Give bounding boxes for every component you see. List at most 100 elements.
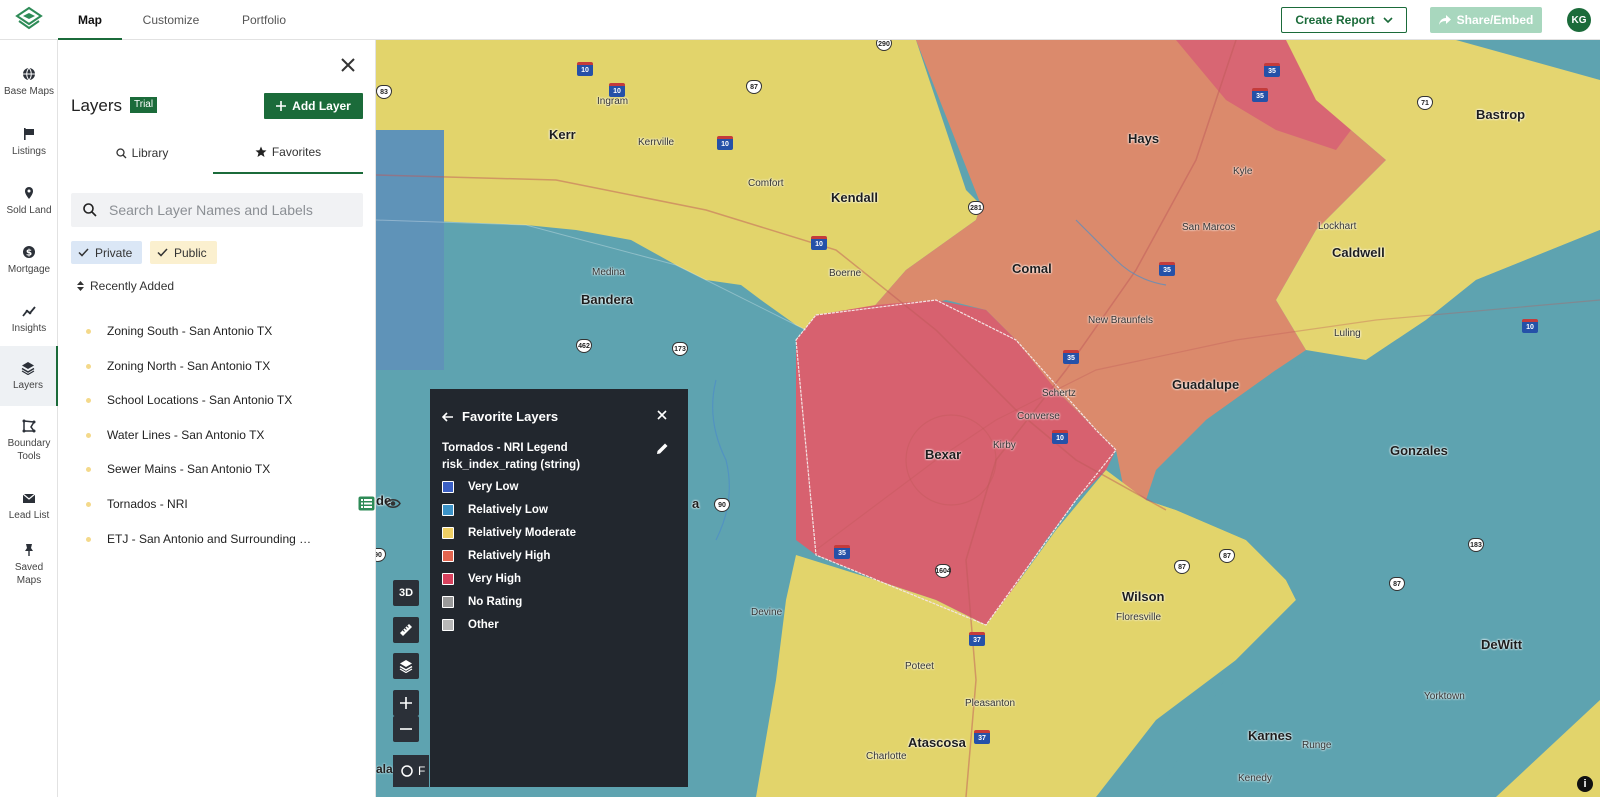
svg-text:$: $	[26, 248, 32, 258]
tab-library[interactable]: Library	[71, 132, 213, 174]
info-icon[interactable]: i	[1577, 776, 1593, 792]
pencil-icon[interactable]	[656, 442, 669, 455]
rail-item-lead-list[interactable]: Lead List	[0, 476, 58, 536]
map-mode-label: F	[418, 764, 426, 778]
legend-swatch	[442, 550, 454, 562]
legend-item: Very Low	[442, 479, 519, 495]
layer-name: Tornados - NRI	[107, 497, 188, 511]
close-icon[interactable]	[656, 409, 668, 421]
zoom-out-button[interactable]	[393, 716, 419, 742]
layer-name: Zoning South - San Antonio TX	[107, 324, 273, 338]
search-input[interactable]	[109, 202, 349, 218]
interstate-shield-icon: 37	[969, 632, 985, 646]
tab-portfolio[interactable]: Portfolio	[230, 0, 298, 40]
county-label: Bastrop	[1476, 107, 1526, 122]
county-label: DeWitt	[1481, 637, 1523, 652]
interstate-shield-icon: 35	[1159, 262, 1175, 276]
eye-icon[interactable]	[385, 496, 401, 511]
town-label: Kyle	[1233, 166, 1253, 177]
county-label: Bandera	[581, 292, 634, 307]
plus-icon	[276, 101, 287, 111]
create-report-button[interactable]: Create Report	[1281, 7, 1407, 33]
app-logo-icon[interactable]	[14, 6, 44, 34]
boundary-icon	[22, 419, 36, 433]
globe-icon	[23, 67, 35, 81]
legend-label: No Rating	[468, 596, 523, 608]
interstate-shield-icon: 10	[1522, 319, 1538, 333]
rail-item-base-maps[interactable]: Base Maps	[0, 52, 58, 112]
share-embed-button[interactable]: Share/Embed	[1430, 7, 1542, 33]
legend-table-icon[interactable]	[358, 496, 375, 511]
add-layer-button[interactable]: Add Layer	[264, 93, 363, 119]
county-label: Karnes	[1248, 728, 1293, 743]
layer-name: Zoning North - San Antonio TX	[107, 359, 271, 373]
tab-favorites[interactable]: Favorites	[213, 132, 363, 174]
trial-badge: Trial	[130, 97, 158, 113]
town-label: Lockhart	[1318, 221, 1357, 232]
layer-item[interactable]: Zoning South - San Antonio TX	[86, 320, 366, 342]
left-rail: Base Maps Listings Sold Land $ Mortgage …	[0, 40, 58, 797]
sort-icon	[77, 281, 84, 291]
check-icon	[78, 248, 89, 257]
legend-label: Very High	[468, 573, 522, 585]
trend-icon	[22, 305, 36, 317]
back-to-favorites-button[interactable]: Favorite Layers	[442, 409, 558, 424]
plus-icon	[400, 697, 412, 709]
zoom-in-button[interactable]	[393, 690, 419, 716]
rail-item-insights[interactable]: Insights	[0, 289, 58, 349]
layers-panel: Layers Trial Add Layer Library Favorites…	[58, 40, 401, 797]
county-label: Guadalupe	[1172, 377, 1240, 392]
rail-item-saved-maps[interactable]: Saved Maps	[0, 532, 58, 598]
layer-item[interactable]: ETJ - San Antonio and Surrounding C...	[86, 528, 366, 550]
dollar-icon: $	[23, 245, 35, 258]
measure-button[interactable]	[393, 617, 419, 643]
town-label: Kerrville	[638, 137, 675, 148]
county-label: Caldwell	[1332, 245, 1385, 260]
rail-item-listings[interactable]: Listings	[0, 112, 58, 172]
filter-chip-public[interactable]: Public	[150, 241, 217, 264]
rail-item-boundary-tools[interactable]: Boundary Tools	[0, 408, 58, 474]
town-label: Kirby	[993, 440, 1016, 451]
user-avatar[interactable]: KG	[1567, 8, 1591, 32]
county-label: Wilson	[1122, 589, 1165, 604]
layer-item[interactable]: School Locations - San Antonio TX	[86, 389, 366, 411]
town-label: Comfort	[748, 178, 784, 189]
county-label: Comal	[1012, 261, 1052, 276]
arrow-left-icon	[442, 411, 453, 422]
legend-label: Other	[468, 619, 499, 631]
legend-label: Relatively Moderate	[468, 527, 577, 539]
layer-item[interactable]: Tornados - NRI	[86, 493, 401, 515]
tab-customize[interactable]: Customize	[132, 0, 210, 40]
map-layers-button[interactable]	[393, 653, 419, 679]
mail-icon	[22, 493, 36, 503]
layer-status-dot	[86, 328, 91, 334]
top-bar: Map Customize Portfolio Create Report Sh…	[0, 0, 1600, 40]
layers-icon	[21, 361, 35, 375]
town-label: Devine	[751, 607, 783, 618]
rail-label: Listings	[12, 145, 46, 157]
layer-item[interactable]: Water Lines - San Antonio TX	[86, 424, 366, 446]
town-label: Yorktown	[1424, 691, 1465, 702]
tab-map[interactable]: Map	[58, 0, 122, 40]
town-label: Poteet	[905, 661, 934, 672]
back-label: Favorite Layers	[462, 409, 559, 424]
town-label: Floresville	[1116, 612, 1162, 623]
county-label: Hays	[1128, 131, 1160, 146]
chevron-down-icon	[1383, 16, 1393, 23]
rail-item-sold-land[interactable]: Sold Land	[0, 171, 58, 231]
close-icon[interactable]	[339, 56, 357, 74]
layer-item[interactable]: Sewer Mains - San Antonio TX	[86, 458, 366, 480]
sort-dropdown[interactable]: Recently Added	[77, 279, 174, 293]
interstate-shield-icon: 10	[609, 83, 625, 97]
toggle-3d-button[interactable]: 3D	[393, 580, 419, 606]
town-label: Boerne	[829, 268, 862, 279]
rail-item-mortgage[interactable]: $ Mortgage	[0, 230, 58, 290]
town-label: Ingram	[597, 96, 629, 107]
legend-item: Very High	[442, 571, 521, 587]
filter-chip-private[interactable]: Private	[71, 241, 142, 264]
town-label: Medina	[592, 267, 625, 278]
map-mode-toggle[interactable]: F	[393, 755, 429, 787]
layer-name: Sewer Mains - San Antonio TX	[107, 462, 271, 476]
layer-item[interactable]: Zoning North - San Antonio TX	[86, 355, 366, 377]
rail-item-layers[interactable]: Layers	[0, 346, 58, 406]
